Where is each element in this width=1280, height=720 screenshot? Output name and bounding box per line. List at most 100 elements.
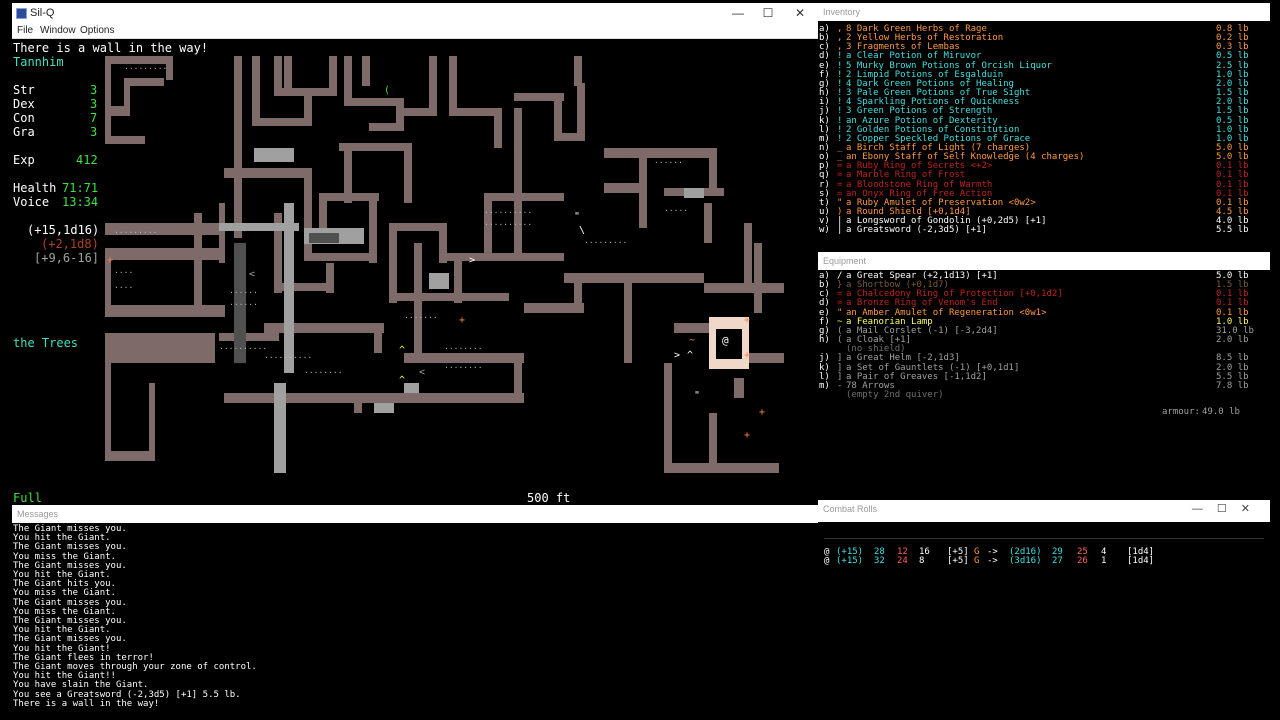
voice-label: Voice (13, 195, 50, 209)
stat-gra-label: Gra (13, 125, 35, 139)
svg-text:........: ........ (444, 342, 483, 351)
menu-bar: File Window Options (12, 23, 818, 39)
stat-str-value: 3 (90, 83, 98, 97)
stat-str-label: Str (13, 83, 35, 97)
window-title: Sil-Q (30, 7, 55, 19)
svg-text:~: ~ (689, 335, 695, 346)
svg-text:+: + (459, 315, 465, 326)
exp-value: 412 (76, 153, 98, 167)
equipment-item[interactable]: j)] a Great Helm [-2,1d3] 8.5 lb (818, 354, 1270, 363)
combat-cell: G (974, 556, 980, 566)
ranged-rating: (+2,1d8) (41, 237, 99, 251)
equipment-header: Equipment (818, 252, 1270, 270)
menu-options[interactable]: Options (80, 25, 114, 36)
combat-window-controls[interactable]: —☐✕ (1192, 502, 1264, 515)
svg-text:+: + (744, 315, 750, 326)
voice-value: 13:34 (62, 195, 99, 209)
messages-panel: Messages The Giant misses you. You hit th… (12, 505, 818, 720)
inventory-panel: Inventory a), 8 Dark Green Herbs of Rage 0… (818, 3, 1270, 239)
menu-file[interactable]: File (17, 25, 33, 36)
svg-text:>: > (469, 255, 475, 266)
svg-text:.........: ......... (124, 62, 167, 71)
equip-letter: m) (819, 380, 830, 391)
svg-text:(: ( (384, 85, 390, 96)
combat-cell: 26 (1077, 556, 1088, 566)
inventory-title: Inventory (823, 7, 861, 17)
svg-text:......: ...... (229, 298, 258, 307)
inventory-header: Inventory (818, 3, 1270, 21)
armour-label: armour: (1162, 407, 1200, 417)
status-full: Full (13, 491, 42, 505)
armour-value: 49.0 lb (1202, 407, 1240, 417)
svg-text:+: + (744, 350, 750, 361)
equip-symbol: - (837, 380, 843, 391)
equip-name: a Great Helm [-2,1d3] (846, 353, 960, 364)
combat-cell: 1 (1101, 556, 1107, 566)
svg-text:": " (574, 211, 580, 222)
svg-text:.......: ....... (404, 311, 438, 320)
item-letter: j) (819, 106, 830, 117)
health-label: Health (13, 181, 57, 195)
svg-text:........: ........ (444, 361, 483, 370)
equipment-title: Equipment (823, 256, 867, 266)
main-game-window: Sil-Q — ☐ ✕ File Window Options There is… (12, 3, 818, 507)
svg-text:..........: .......... (484, 218, 532, 227)
svg-text:....: .... (114, 281, 133, 290)
svg-text:+: + (107, 255, 113, 266)
combat-cell: @ (824, 556, 830, 566)
svg-text:^: ^ (687, 350, 693, 361)
window-titlebar: Sil-Q — ☐ ✕ (12, 3, 818, 23)
inventory-item[interactable]: w) | a Greatsword (-2,3d5) [+1] 5.5 lb (818, 226, 1270, 235)
item-symbol: ! (837, 106, 843, 117)
equip-weight: 2.0 lb (1216, 335, 1249, 346)
svg-text:<: < (249, 269, 255, 280)
combat-rolls-panel: Combat Rolls —☐✕ @ (+15) 28 12 16 [+5] G -> (2d1… (818, 500, 1270, 720)
svg-text:......: ...... (229, 286, 258, 295)
combat-cell: [1d4] (1127, 556, 1155, 566)
svg-text:^: ^ (399, 375, 405, 386)
combat-cell: 8 (919, 556, 925, 566)
svg-text:..........: .......... (264, 351, 312, 360)
svg-text:^: ^ (399, 345, 405, 356)
svg-text:<: < (419, 367, 425, 378)
svg-text:....: .... (114, 266, 133, 275)
combat-header: Combat Rolls —☐✕ (818, 500, 1270, 522)
app-icon (16, 8, 27, 19)
svg-text:.........: ......... (584, 236, 627, 245)
svg-text:..........: .......... (484, 206, 532, 215)
maximize-button[interactable]: ☐ (753, 5, 783, 21)
combat-divider (824, 538, 1264, 539)
equip-name: (empty 2nd quiver) (846, 389, 944, 400)
svg-text:.....: ..... (664, 204, 688, 213)
svg-text:+: + (759, 407, 765, 418)
menu-window[interactable]: Window (40, 25, 76, 36)
svg-text:": " (694, 390, 700, 401)
stat-dex-label: Dex (13, 97, 35, 111)
minimize-button[interactable]: — (723, 5, 753, 21)
equip-symbol: ( (837, 335, 843, 346)
combat-cell: (+15) (836, 556, 864, 566)
svg-text:..........: .......... (219, 342, 267, 351)
equip-letter: j) (819, 353, 830, 364)
location-name: the Trees (13, 336, 79, 350)
inventory-item[interactable]: j)! 3 Green Potions of Strength 1.5 lb (818, 107, 1270, 116)
svg-text:......: ...... (654, 156, 683, 165)
defense-rating: [+9,6-16] (34, 251, 100, 265)
exp-label: Exp (13, 153, 35, 167)
svg-text:.........: ......... (114, 226, 157, 235)
combat-cell: [+5] (947, 556, 969, 566)
melee-rating: (+15,1d16) (27, 223, 100, 237)
equipment-panel: Equipment a) / a Great Spear (+2,1d13) [+1… (818, 252, 1270, 492)
messages-header: Messages (12, 505, 818, 523)
equip-weight: 8.5 lb (1216, 353, 1249, 364)
health-value: 71:71 (62, 181, 99, 195)
combat-cell: -> (987, 556, 998, 566)
combat-cell: (3d16) (1009, 556, 1042, 566)
svg-text:>: > (674, 350, 680, 361)
svg-text:\: \ (579, 225, 585, 236)
equip-symbol: ] (837, 353, 843, 364)
dungeon-map: ......... .... .... ...... ...... ......… (105, 56, 784, 473)
stat-gra-value: 3 (90, 125, 98, 139)
equip-letter: h) (819, 335, 830, 346)
close-button[interactable]: ✕ (785, 5, 815, 21)
